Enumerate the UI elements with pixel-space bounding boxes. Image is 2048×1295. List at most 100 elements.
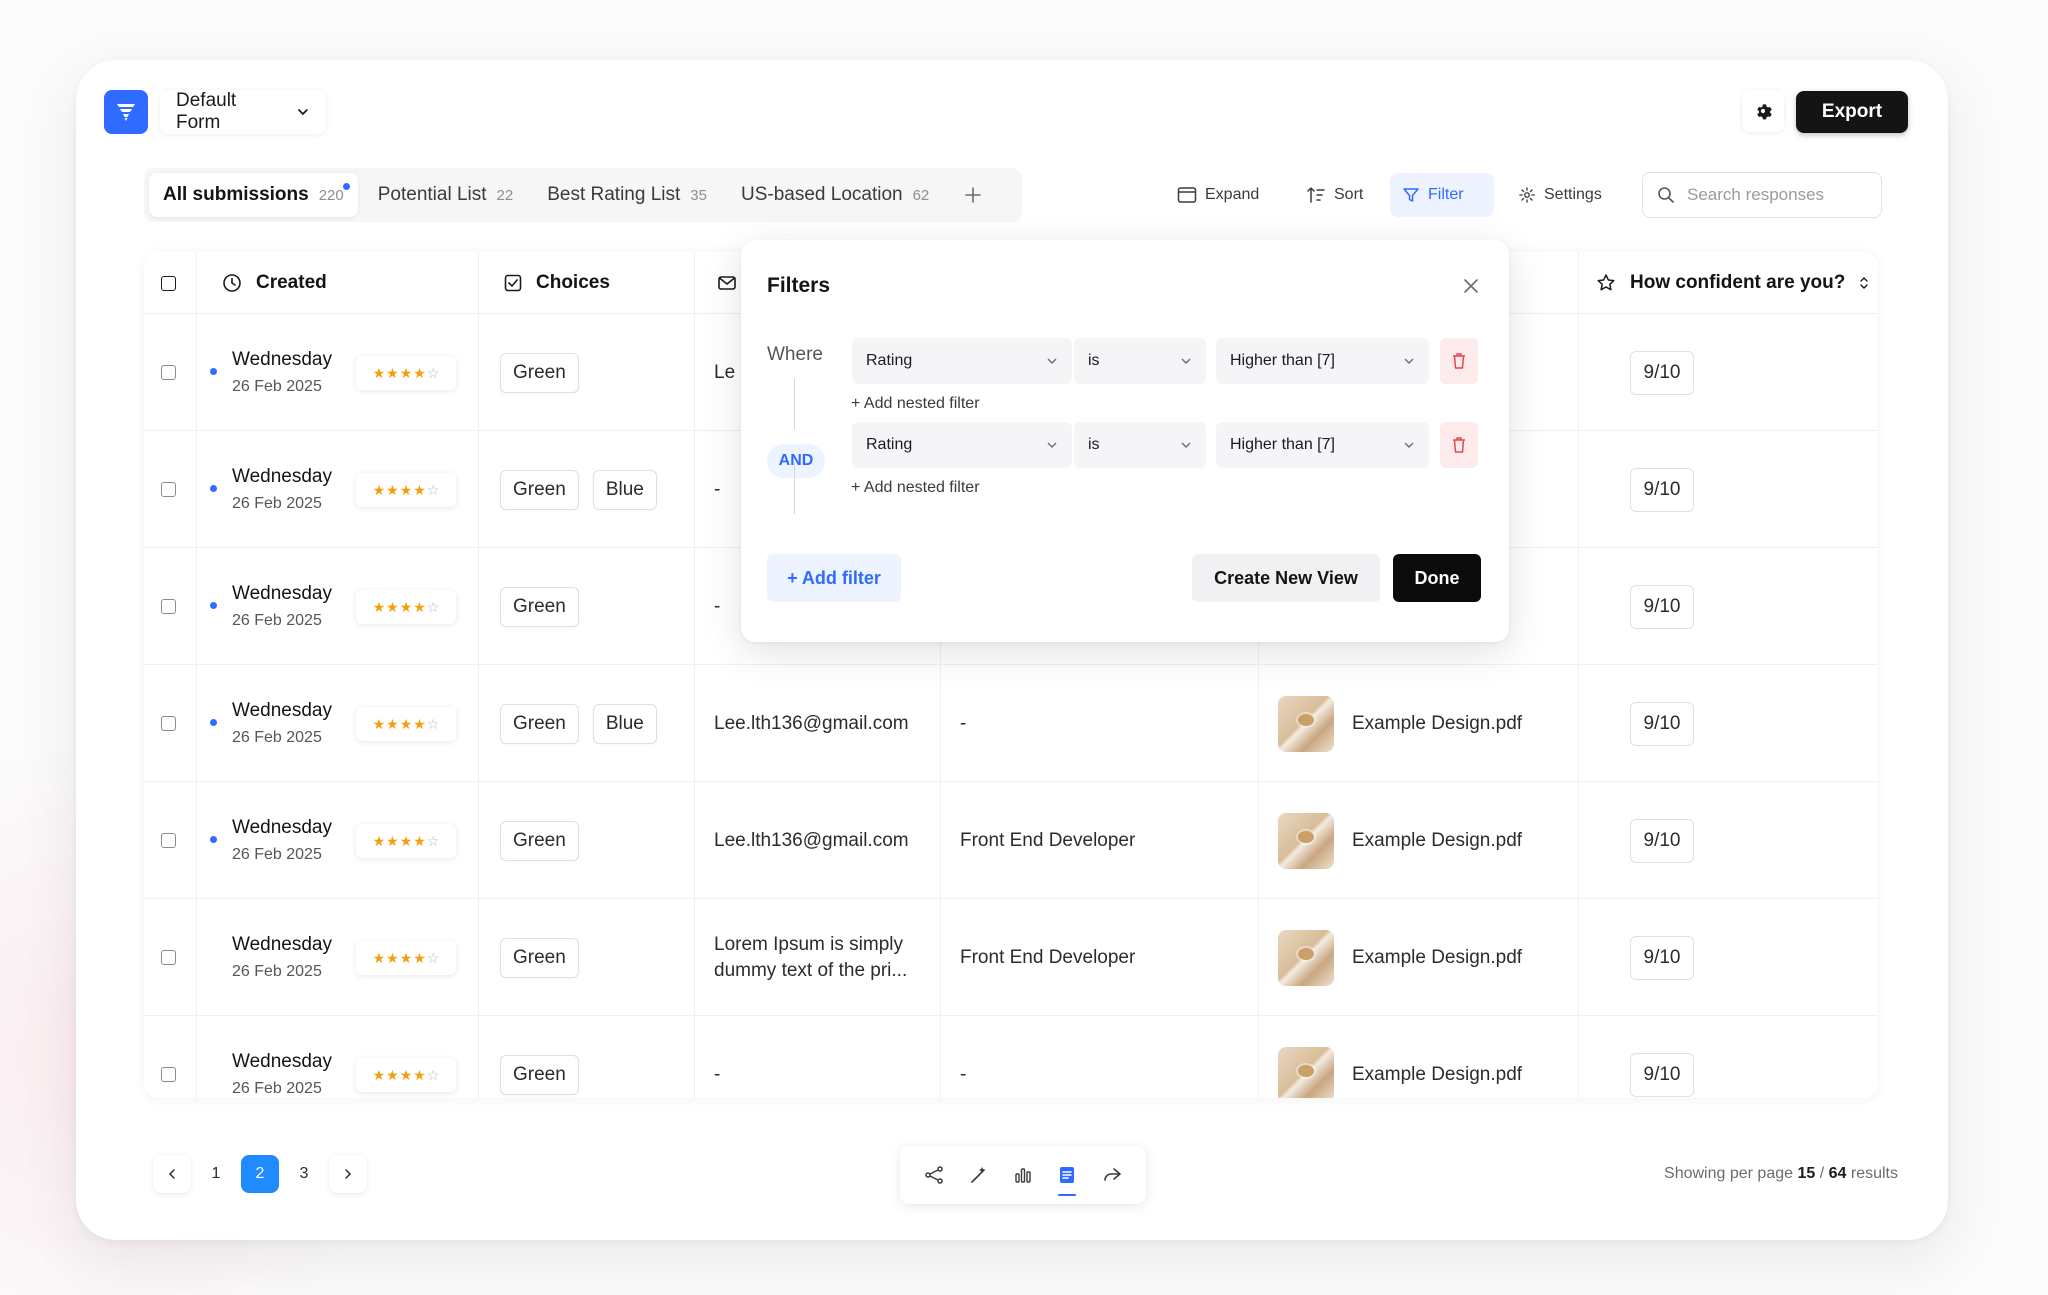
column-choices[interactable]: Choices (504, 252, 610, 314)
row-checkbox[interactable] (161, 950, 176, 965)
search-input[interactable]: Search responses (1642, 172, 1882, 218)
tab-us-based-location[interactable]: US-based Location 62 (727, 173, 943, 217)
sort-button[interactable]: Sort (1294, 173, 1375, 217)
next-page-button[interactable] (329, 1155, 367, 1193)
app-logo[interactable] (104, 90, 148, 134)
star-filled-icon: ★ (386, 364, 399, 381)
row-checkbox[interactable] (161, 1067, 176, 1082)
analytics-button[interactable] (1008, 1160, 1038, 1190)
page-3-button[interactable]: 3 (285, 1155, 323, 1193)
email-cell: Lorem Ipsum is simply dummy text of the … (714, 899, 907, 1016)
star-filled-icon: ★ (413, 481, 426, 498)
tab-potential-list[interactable]: Potential List 22 (364, 173, 527, 217)
file-cell[interactable]: Example Design.pdf (1278, 899, 1522, 1016)
checkbox[interactable] (161, 275, 176, 291)
table-row[interactable]: Wednesday 26 Feb 2025 ★ ★ ★ ★ ☆ Green Lee.lth136… (144, 782, 1878, 899)
file-cell[interactable]: Example Design.pdf (1278, 665, 1522, 782)
star-empty-icon: ☆ (426, 1066, 440, 1083)
star-filled-icon: ★ (399, 598, 413, 615)
submissions-view-button[interactable] (1052, 1160, 1082, 1196)
choice-chip: Blue (592, 469, 657, 510)
page-1-button[interactable]: 1 (197, 1155, 235, 1193)
select-all-checkbox[interactable] (161, 252, 176, 314)
unread-dot (342, 183, 350, 190)
select-value: is (1088, 436, 1100, 453)
delete-filter-button[interactable] (1440, 338, 1478, 384)
filter-field-select[interactable]: Rating (852, 422, 1072, 468)
row-checkbox[interactable] (161, 365, 176, 380)
choice-chip: Green (500, 1054, 579, 1095)
page-2-button[interactable]: 2 (241, 1155, 279, 1193)
row-select-cell (161, 782, 176, 899)
table-row[interactable]: Wednesday 26 Feb 2025 ★ ★ ★ ★ ☆ Green Lorem Ipsu… (144, 899, 1878, 1016)
chevron-down-icon (1181, 442, 1191, 448)
share-nodes-button[interactable] (919, 1160, 949, 1190)
add-nested-filter-link[interactable]: + Add nested filter (851, 479, 980, 497)
confidence-cell: 9/10 (1630, 1016, 1694, 1098)
choices-cell: Green (500, 314, 593, 431)
created-day: Wednesday (232, 700, 332, 721)
filter-button[interactable]: Filter (1390, 173, 1494, 217)
file-thumbnail (1278, 812, 1334, 869)
table-row[interactable]: Wednesday 26 Feb 2025 ★ ★ ★ ★ ☆ Green Blue Lee.lt… (144, 665, 1878, 782)
choices-cell: Green Blue (500, 431, 671, 548)
file-cell[interactable]: Example Design.pdf (1278, 1016, 1522, 1098)
star-empty-icon: ☆ (426, 715, 440, 732)
filter-operator-select[interactable]: is (1074, 422, 1206, 468)
magic-button[interactable] (964, 1160, 994, 1190)
row-checkbox[interactable] (161, 833, 176, 848)
star-outline-icon (1597, 274, 1615, 291)
add-filter-button[interactable]: + Add filter (767, 554, 901, 602)
row-checkbox[interactable] (161, 716, 176, 731)
file-cell[interactable]: Example Design.pdf (1278, 782, 1522, 899)
form-selector[interactable]: Default Form (160, 90, 326, 134)
confidence-cell: 9/10 (1630, 665, 1694, 782)
done-button[interactable]: Done (1393, 554, 1481, 602)
select-value: Higher than [7] (1230, 352, 1335, 369)
created-cell: Wednesday 26 Feb 2025 (232, 782, 332, 899)
column-created[interactable]: Created (222, 252, 327, 314)
confidence-score: 9/10 (1630, 1052, 1694, 1097)
created-date-text: 26 Feb 2025 (232, 1080, 322, 1097)
forward-button[interactable] (1097, 1160, 1127, 1190)
mail-icon (718, 276, 736, 290)
filter-value-select[interactable]: Higher than [7] (1216, 422, 1429, 468)
prev-page-button[interactable] (153, 1155, 191, 1193)
role-value: Front End Developer (960, 829, 1136, 851)
funnel-logo-icon (117, 104, 135, 121)
chevron-down-icon (1047, 358, 1057, 364)
filter-operator-select[interactable]: is (1074, 338, 1206, 384)
tab-all-submissions[interactable]: All submissions 220 (149, 173, 358, 217)
chevron-down-icon (1047, 442, 1057, 448)
add-tab-button[interactable] (955, 177, 991, 213)
close-button[interactable] (1461, 276, 1481, 296)
created-cell: Wednesday 26 Feb 2025 (232, 665, 332, 782)
row-checkbox[interactable] (161, 599, 176, 614)
column-label: Created (256, 272, 327, 293)
created-date-text: 26 Feb 2025 (232, 612, 322, 629)
create-new-view-button[interactable]: Create New View (1192, 554, 1380, 602)
table-row[interactable]: Wednesday 26 Feb 2025 ★ ★ ★ ★ ☆ Green - - Example … (144, 1016, 1878, 1098)
export-button[interactable]: Export (1796, 91, 1908, 133)
expand-button[interactable]: Expand (1165, 173, 1271, 217)
file-thumbnail (1278, 929, 1334, 986)
filter-icon (1403, 188, 1419, 202)
choices-cell: Green (500, 548, 593, 665)
results-suffix: results (1850, 1165, 1898, 1182)
bottom-action-bar (900, 1146, 1146, 1204)
filter-field-select[interactable]: Rating (852, 338, 1072, 384)
settings-button[interactable]: Settings (1506, 173, 1614, 217)
and-conjunction-toggle[interactable]: AND (767, 444, 825, 478)
settings-gear-button[interactable] (1742, 90, 1784, 132)
add-nested-filter-link[interactable]: + Add nested filter (851, 395, 980, 413)
row-checkbox[interactable] (161, 482, 176, 497)
tab-best-rating-list[interactable]: Best Rating List 35 (533, 173, 721, 217)
forward-arrow-icon (1103, 1168, 1121, 1181)
column-email[interactable] (718, 252, 736, 314)
unread-dot (210, 602, 217, 609)
created-date-text: 26 Feb 2025 (232, 846, 322, 863)
column-confidence[interactable]: How confident are you? (1596, 252, 1869, 314)
rating-stars: ★ ★ ★ ★ ☆ (356, 941, 456, 975)
delete-filter-button[interactable] (1440, 422, 1478, 468)
filter-value-select[interactable]: Higher than [7] (1216, 338, 1429, 384)
